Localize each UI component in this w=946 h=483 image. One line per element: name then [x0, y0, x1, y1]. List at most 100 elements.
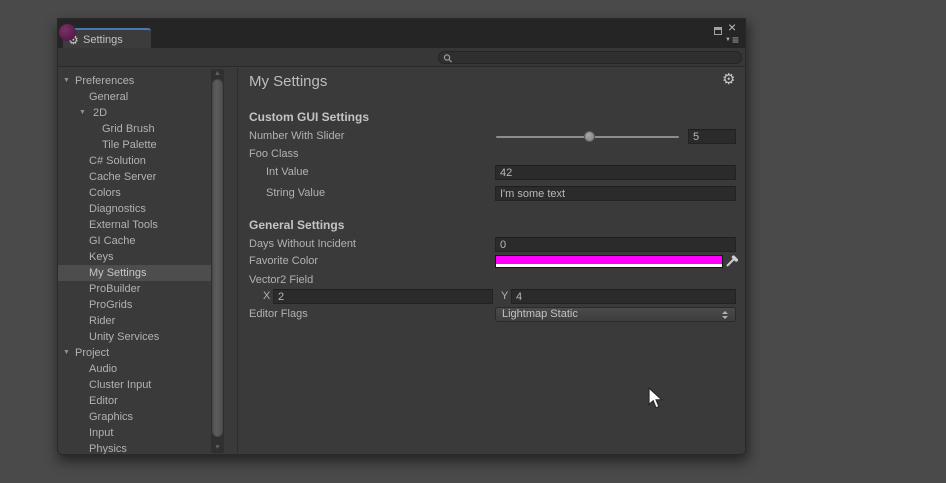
- sidebar-item-label: General: [89, 89, 128, 105]
- int-value-input[interactable]: [495, 165, 736, 180]
- scroll-down-icon[interactable]: ▼: [211, 443, 224, 452]
- foldout-triangle-icon[interactable]: ▼: [79, 105, 86, 121]
- desktop-background: ⚙ Settings × ▼ ≡ ▼Preferences Ge: [0, 0, 946, 483]
- sidebar-item-gi-cache[interactable]: GI Cache: [58, 233, 211, 249]
- field-label: String Value: [266, 186, 325, 201]
- sidebar-item-label: My Settings: [89, 265, 146, 281]
- tab-settings[interactable]: ⚙ Settings: [63, 28, 151, 48]
- sidebar-item-progrids[interactable]: ProGrids: [58, 297, 211, 313]
- sidebar-item-input[interactable]: Input: [58, 425, 211, 441]
- y-axis-label: Y: [501, 289, 508, 304]
- field-label: Foo Class: [249, 147, 299, 162]
- color-swatch-rgb: [496, 256, 722, 264]
- sidebar-item-label: Diagnostics: [89, 201, 146, 217]
- sidebar-divider: [237, 68, 238, 454]
- sidebar-item-label: Colors: [89, 185, 121, 201]
- sidebar-item-label: Cluster Input: [89, 377, 151, 393]
- sidebar-item-graphics[interactable]: Graphics: [58, 409, 211, 425]
- days-without-incident-input[interactable]: [495, 237, 736, 252]
- sidebar-item-csharp-solution[interactable]: C# Solution: [58, 153, 211, 169]
- sidebar-item-cache-server[interactable]: Cache Server: [58, 169, 211, 185]
- sidebar-item-physics[interactable]: Physics: [58, 441, 211, 454]
- foldout-triangle-icon[interactable]: ▼: [63, 345, 70, 361]
- row-vector2-xy: X Y: [239, 289, 745, 304]
- window-body: ▼ Preferences General ▼2D Grid Brush Tile…: [58, 68, 745, 454]
- sidebar-item-label: C# Solution: [89, 153, 146, 169]
- sidebar-item-rider[interactable]: Rider: [58, 313, 211, 329]
- tab-title: Settings: [83, 31, 123, 49]
- sidebar-item-label: Graphics: [89, 409, 133, 425]
- sidebar-item-my-settings[interactable]: My Settings: [58, 265, 211, 281]
- slider-handle[interactable]: [584, 131, 595, 142]
- x-axis-label: X: [263, 289, 270, 304]
- field-label: Vector2 Field: [249, 273, 313, 288]
- row-favorite-color: Favorite Color: [239, 254, 745, 269]
- sidebar-item-label: Audio: [89, 361, 117, 377]
- sidebar-item-grid-brush[interactable]: Grid Brush: [58, 121, 211, 137]
- search-input[interactable]: [455, 52, 735, 63]
- maximize-button[interactable]: [714, 27, 722, 35]
- window-chrome: ⚙ Settings × ▼ ≡: [58, 19, 745, 48]
- sidebar-item-editor[interactable]: Editor: [58, 393, 211, 409]
- sidebar-item-external-tools[interactable]: External Tools: [58, 217, 211, 233]
- row-days-without-incident: Days Without Incident: [239, 237, 745, 252]
- vector2-x-input[interactable]: [273, 289, 493, 304]
- sidebar-item-label: ProBuilder: [89, 281, 140, 297]
- window-menu-button[interactable]: ≡: [732, 34, 738, 47]
- search-field[interactable]: [438, 51, 742, 64]
- number-with-slider-input[interactable]: [688, 129, 736, 144]
- search-icon: [443, 53, 453, 64]
- favorite-color-swatch[interactable]: [495, 255, 723, 268]
- row-vector2-field: Vector2 Field: [239, 273, 745, 288]
- sidebar-item-2d[interactable]: ▼2D: [58, 105, 211, 121]
- field-label: Days Without Incident: [249, 237, 356, 252]
- sidebar-item-label: ProGrids: [89, 297, 132, 313]
- row-editor-flags: Editor Flags Lightmap Static: [239, 307, 745, 322]
- sidebar-item-general[interactable]: General: [58, 89, 211, 105]
- toolbar: [58, 48, 745, 67]
- sidebar-item-cluster-input[interactable]: Cluster Input: [58, 377, 211, 393]
- sidebar-item-label: Project: [75, 345, 109, 361]
- sidebar-item-label: Rider: [89, 313, 115, 329]
- dropdown-arrows-icon: [722, 311, 729, 319]
- sidebar-item-label: Tile Palette: [102, 137, 157, 153]
- sidebar-item-label: Editor: [89, 393, 118, 409]
- field-label: Int Value: [266, 165, 309, 180]
- section-heading-custom-gui: Custom GUI Settings: [249, 110, 369, 124]
- sidebar-item-label: Input: [89, 425, 113, 441]
- scrollbar-thumb[interactable]: [212, 79, 223, 437]
- row-int-value: Int Value: [239, 165, 745, 180]
- editor-flags-dropdown[interactable]: Lightmap Static: [495, 307, 736, 322]
- eyedropper-icon[interactable]: [725, 255, 739, 268]
- sidebar-item-unity-services[interactable]: Unity Services: [58, 329, 211, 345]
- sidebar-item-label: Preferences: [75, 73, 134, 89]
- sidebar-item-diagnostics[interactable]: Diagnostics: [58, 201, 211, 217]
- panel-gear-icon[interactable]: ⚙: [722, 70, 735, 88]
- sidebar-item-probuilder[interactable]: ProBuilder: [58, 281, 211, 297]
- scroll-up-icon[interactable]: ▲: [211, 69, 224, 78]
- settings-window: ⚙ Settings × ▼ ≡ ▼Preferences Ge: [57, 18, 746, 455]
- sidebar-item-label: Cache Server: [89, 169, 156, 185]
- vector2-y-input[interactable]: [511, 289, 736, 304]
- field-label: Number With Slider: [249, 129, 344, 144]
- sidebar-item-keys[interactable]: Keys: [58, 249, 211, 265]
- section-heading-general: General Settings: [249, 218, 344, 232]
- sidebar-item-label: Unity Services: [89, 329, 159, 345]
- sidebar-item-preferences[interactable]: ▼ Preferences: [58, 73, 211, 89]
- field-label: Favorite Color: [249, 254, 318, 269]
- sidebar-item-label: Keys: [89, 249, 113, 265]
- window-badge-dot: [59, 24, 76, 41]
- field-label: Editor Flags: [249, 307, 308, 322]
- row-number-with-slider: Number With Slider: [239, 129, 745, 144]
- sidebar-item-project[interactable]: ▼ Project: [58, 345, 211, 361]
- sidebar-item-label: GI Cache: [89, 233, 135, 249]
- foldout-triangle-icon[interactable]: ▼: [63, 73, 70, 89]
- sidebar-scrollbar[interactable]: ▲ ▼: [211, 69, 224, 453]
- sidebar-item-audio[interactable]: Audio: [58, 361, 211, 377]
- string-value-input[interactable]: [495, 186, 736, 201]
- sidebar-item-tile-palette[interactable]: Tile Palette: [58, 137, 211, 153]
- editor-flags-selected-value: Lightmap Static: [502, 308, 578, 320]
- color-swatch-alpha-bar: [496, 264, 722, 267]
- sidebar-item-label: Physics: [89, 441, 127, 454]
- sidebar-item-colors[interactable]: Colors: [58, 185, 211, 201]
